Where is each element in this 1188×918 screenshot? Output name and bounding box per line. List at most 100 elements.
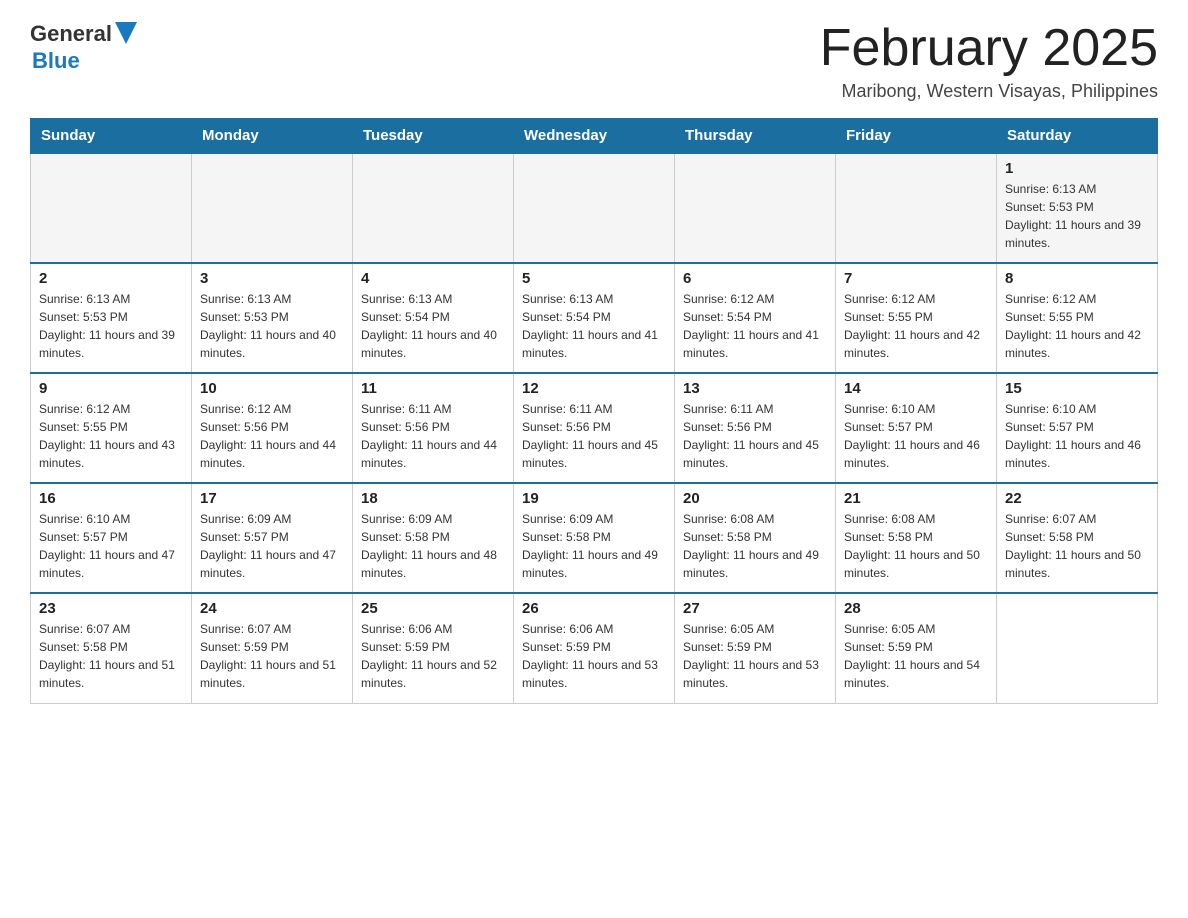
day-info: Sunrise: 6:11 AM Sunset: 5:56 PM Dayligh… — [361, 400, 505, 472]
calendar-cell — [192, 153, 353, 263]
calendar-cell: 9 Sunrise: 6:12 AM Sunset: 5:55 PM Daylig… — [31, 373, 192, 483]
day-info: Sunrise: 6:13 AM Sunset: 5:53 PM Dayligh… — [39, 290, 183, 362]
calendar-cell — [353, 153, 514, 263]
calendar-cell: 18Sunrise: 6:09 AM Sunset: 5:58 PM Dayli… — [353, 483, 514, 593]
calendar-week-row: 2 Sunrise: 6:13 AM Sunset: 5:53 PM Daylig… — [31, 263, 1158, 373]
day-number: 27 — [683, 600, 827, 617]
calendar-cell: 16 Sunrise: 6:10 AM Sunset: 5:57 PM Dayli… — [31, 483, 192, 593]
day-info: Sunrise: 6:08 AM Sunset: 5:58 PM Dayligh… — [683, 510, 827, 582]
calendar-cell: 10 Sunrise: 6:12 AM Sunset: 5:56 PM Dayli… — [192, 373, 353, 483]
calendar-cell: 22 Sunrise: 6:07 AM Sunset: 5:58 PM Dayli… — [997, 483, 1158, 593]
day-info: Sunrise: 6:12 AM Sunset: 5:56 PM Dayligh… — [200, 400, 344, 472]
day-number: 13 — [683, 380, 827, 397]
day-info: Sunrise: 6:06 AM Sunset: 5:59 PM Dayligh… — [361, 620, 505, 692]
day-info: Sunrise: 6:13 AM Sunset: 5:53 PM Dayligh… — [1005, 180, 1149, 252]
logo-triangle-icon — [115, 22, 137, 44]
day-info: Sunrise: 6:12 AM Sunset: 5:54 PM Dayligh… — [683, 290, 827, 362]
day-info: Sunrise: 6:06 AM Sunset: 5:59 PM Dayligh… — [522, 620, 666, 692]
calendar-cell: 5Sunrise: 6:13 AM Sunset: 5:54 PM Daylig… — [514, 263, 675, 373]
weekday-header-monday: Monday — [192, 119, 353, 154]
day-number: 1 — [1005, 160, 1149, 177]
calendar-week-row: 9 Sunrise: 6:12 AM Sunset: 5:55 PM Daylig… — [31, 373, 1158, 483]
day-info: Sunrise: 6:13 AM Sunset: 5:53 PM Dayligh… — [200, 290, 344, 362]
day-number: 9 — [39, 380, 183, 397]
day-info: Sunrise: 6:12 AM Sunset: 5:55 PM Dayligh… — [1005, 290, 1149, 362]
weekday-header-friday: Friday — [836, 119, 997, 154]
day-number: 23 — [39, 600, 183, 617]
logo: General Blue — [30, 20, 137, 73]
calendar-cell: 26 Sunrise: 6:06 AM Sunset: 5:59 PM Dayli… — [514, 593, 675, 703]
day-info: Sunrise: 6:08 AM Sunset: 5:58 PM Dayligh… — [844, 510, 988, 582]
day-number: 3 — [200, 270, 344, 287]
calendar-cell: 17 Sunrise: 6:09 AM Sunset: 5:57 PM Dayli… — [192, 483, 353, 593]
day-info: Sunrise: 6:09 AM Sunset: 5:58 PM Dayligh… — [522, 510, 666, 582]
day-info: Sunrise: 6:11 AM Sunset: 5:56 PM Dayligh… — [522, 400, 666, 472]
day-info: Sunrise: 6:10 AM Sunset: 5:57 PM Dayligh… — [844, 400, 988, 472]
calendar-cell: 23 Sunrise: 6:07 AM Sunset: 5:58 PM Dayli… — [31, 593, 192, 703]
day-number: 28 — [844, 600, 988, 617]
weekday-header-thursday: Thursday — [675, 119, 836, 154]
calendar-cell: 2 Sunrise: 6:13 AM Sunset: 5:53 PM Daylig… — [31, 263, 192, 373]
calendar-cell — [675, 153, 836, 263]
calendar-cell: 4Sunrise: 6:13 AM Sunset: 5:54 PM Daylig… — [353, 263, 514, 373]
day-number: 4 — [361, 270, 505, 287]
day-number: 17 — [200, 490, 344, 507]
calendar-cell: 6 Sunrise: 6:12 AM Sunset: 5:54 PM Daylig… — [675, 263, 836, 373]
day-number: 18 — [361, 490, 505, 507]
calendar-cell: 3 Sunrise: 6:13 AM Sunset: 5:53 PM Daylig… — [192, 263, 353, 373]
calendar-cell: 24 Sunrise: 6:07 AM Sunset: 5:59 PM Dayli… — [192, 593, 353, 703]
calendar-week-row: 16 Sunrise: 6:10 AM Sunset: 5:57 PM Dayli… — [31, 483, 1158, 593]
day-info: Sunrise: 6:07 AM Sunset: 5:58 PM Dayligh… — [1005, 510, 1149, 582]
day-info: Sunrise: 6:07 AM Sunset: 5:59 PM Dayligh… — [200, 620, 344, 692]
day-number: 10 — [200, 380, 344, 397]
calendar-cell: 14Sunrise: 6:10 AM Sunset: 5:57 PM Dayli… — [836, 373, 997, 483]
day-number: 20 — [683, 490, 827, 507]
day-number: 16 — [39, 490, 183, 507]
weekday-header-saturday: Saturday — [997, 119, 1158, 154]
calendar-cell: 13Sunrise: 6:11 AM Sunset: 5:56 PM Dayli… — [675, 373, 836, 483]
day-number: 12 — [522, 380, 666, 397]
calendar-cell — [836, 153, 997, 263]
day-info: Sunrise: 6:07 AM Sunset: 5:58 PM Dayligh… — [39, 620, 183, 692]
location-subtitle: Maribong, Western Visayas, Philippines — [820, 81, 1158, 102]
day-info: Sunrise: 6:12 AM Sunset: 5:55 PM Dayligh… — [39, 400, 183, 472]
calendar-header-row: SundayMondayTuesdayWednesdayThursdayFrid… — [31, 119, 1158, 154]
logo-general-text: General — [30, 22, 112, 46]
day-number: 2 — [39, 270, 183, 287]
day-number: 26 — [522, 600, 666, 617]
calendar-cell — [514, 153, 675, 263]
calendar-cell: 15 Sunrise: 6:10 AM Sunset: 5:57 PM Dayli… — [997, 373, 1158, 483]
month-title: February 2025 — [820, 20, 1158, 77]
calendar-cell: 25Sunrise: 6:06 AM Sunset: 5:59 PM Dayli… — [353, 593, 514, 703]
day-info: Sunrise: 6:05 AM Sunset: 5:59 PM Dayligh… — [683, 620, 827, 692]
calendar-cell — [31, 153, 192, 263]
calendar-cell: 19Sunrise: 6:09 AM Sunset: 5:58 PM Dayli… — [514, 483, 675, 593]
calendar-cell: 1 Sunrise: 6:13 AM Sunset: 5:53 PM Daylig… — [997, 153, 1158, 263]
weekday-header-tuesday: Tuesday — [353, 119, 514, 154]
calendar-cell: 28Sunrise: 6:05 AM Sunset: 5:59 PM Dayli… — [836, 593, 997, 703]
day-info: Sunrise: 6:13 AM Sunset: 5:54 PM Dayligh… — [522, 290, 666, 362]
day-number: 6 — [683, 270, 827, 287]
calendar-cell: 27 Sunrise: 6:05 AM Sunset: 5:59 PM Dayli… — [675, 593, 836, 703]
day-info: Sunrise: 6:10 AM Sunset: 5:57 PM Dayligh… — [1005, 400, 1149, 472]
day-number: 22 — [1005, 490, 1149, 507]
weekday-header-wednesday: Wednesday — [514, 119, 675, 154]
weekday-header-sunday: Sunday — [31, 119, 192, 154]
calendar-cell: 12 Sunrise: 6:11 AM Sunset: 5:56 PM Dayli… — [514, 373, 675, 483]
calendar-cell — [997, 593, 1158, 703]
day-info: Sunrise: 6:09 AM Sunset: 5:57 PM Dayligh… — [200, 510, 344, 582]
calendar-table: SundayMondayTuesdayWednesdayThursdayFrid… — [30, 118, 1158, 704]
title-block: February 2025 Maribong, Western Visayas,… — [820, 20, 1158, 102]
page-header: General Blue February 2025 Maribong, Wes… — [30, 20, 1158, 102]
day-number: 15 — [1005, 380, 1149, 397]
calendar-cell: 8 Sunrise: 6:12 AM Sunset: 5:55 PM Daylig… — [997, 263, 1158, 373]
day-info: Sunrise: 6:10 AM Sunset: 5:57 PM Dayligh… — [39, 510, 183, 582]
calendar-cell: 11Sunrise: 6:11 AM Sunset: 5:56 PM Dayli… — [353, 373, 514, 483]
logo-blue-text: Blue — [32, 49, 137, 73]
day-number: 21 — [844, 490, 988, 507]
calendar-cell: 21 Sunrise: 6:08 AM Sunset: 5:58 PM Dayli… — [836, 483, 997, 593]
calendar-cell: 7Sunrise: 6:12 AM Sunset: 5:55 PM Daylig… — [836, 263, 997, 373]
day-number: 7 — [844, 270, 988, 287]
day-number: 8 — [1005, 270, 1149, 287]
day-number: 24 — [200, 600, 344, 617]
